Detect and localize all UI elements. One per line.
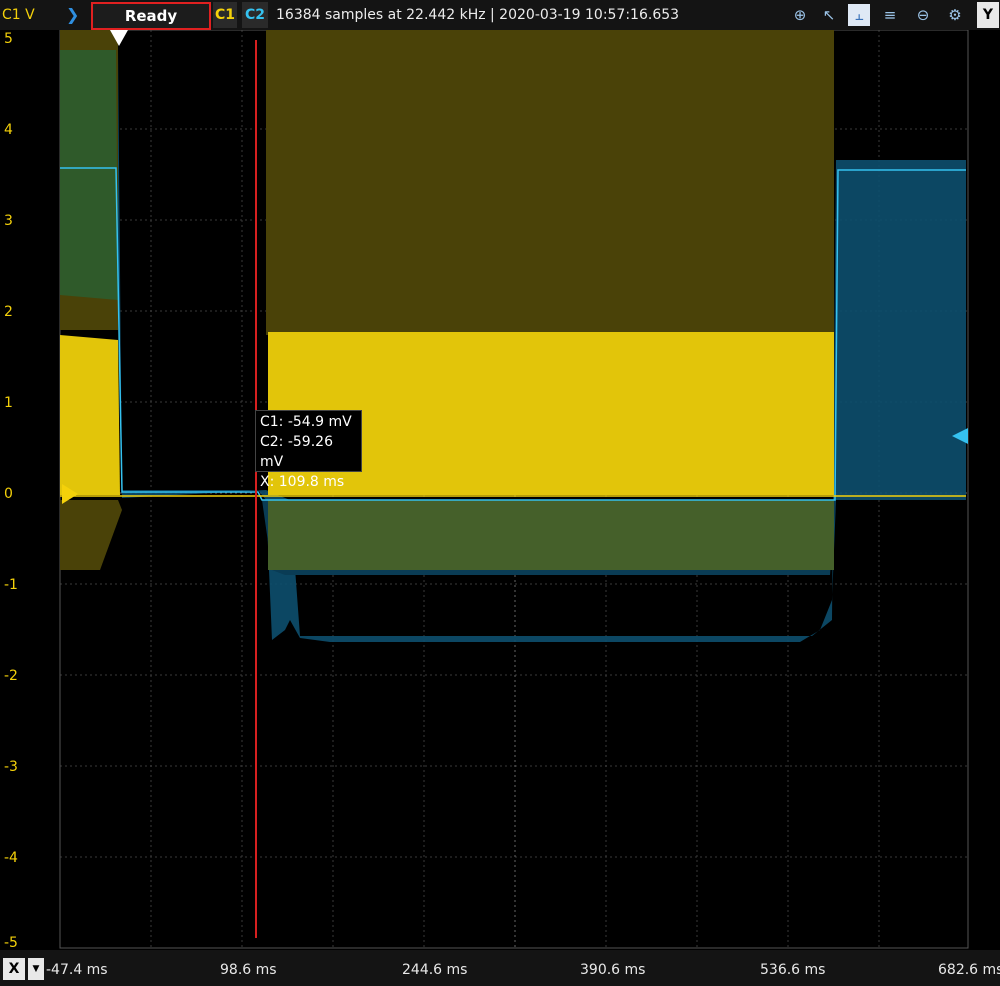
cursor-select-icon[interactable]: ↖ [818,4,840,26]
y-tick: -3 [4,759,18,775]
y-tick: 0 [4,486,13,502]
y-tick: -2 [4,668,18,684]
x-tick: -47.4 ms [46,962,108,978]
y-tick: -1 [4,577,18,593]
top-toolbar: C1 V ❯ Ready C1 C2 16384 samples at 22.4… [0,0,1000,30]
x-tick: 682.6 ms [938,962,1000,978]
zoom-out-icon[interactable]: ⊖ [912,4,934,26]
oscilloscope-plot[interactable] [0,30,1000,950]
y-tick: 2 [4,304,13,320]
channel1-button[interactable]: C1 [213,2,237,28]
cursor-c1-value: C1: -54.9 mV [260,414,352,430]
x-tick: 536.6 ms [760,962,826,978]
zoom-in-icon[interactable]: ⊕ [789,4,811,26]
x-axis-button[interactable]: X [3,958,25,980]
y-tick: -5 [4,935,18,951]
cursor-readout: C1: -54.9 mV C2: -59.26 mV X: 109.8 ms [255,410,362,490]
x-tick: 98.6 ms [220,962,277,978]
run-status-button[interactable]: Ready [91,2,211,30]
x-tick: 244.6 ms [402,962,468,978]
y-tick: 4 [4,122,13,138]
stats-icon[interactable]: ≡ [879,4,901,26]
cursor-c2-value: C2: -59.26 mV [260,434,333,470]
y-tick: 3 [4,213,13,229]
y-tick: 1 [4,395,13,411]
y-tick: 5 [4,31,13,47]
y-channel-label[interactable]: C1 V [0,0,62,30]
measure-icon[interactable]: ⫠ [848,4,870,26]
x-axis-dropdown-icon[interactable]: ▼ [28,958,44,980]
y-tick: -4 [4,850,18,866]
x-tick: 390.6 ms [580,962,646,978]
cursor-x-value: X: 109.8 ms [260,474,345,490]
y-axis-button[interactable]: Y [977,2,999,28]
settings-icon[interactable]: ⚙ [944,4,966,26]
expand-chevron-icon[interactable]: ❯ [66,0,82,30]
channel2-button[interactable]: C2 [242,2,268,28]
acquisition-info: 16384 samples at 22.442 kHz | 2020-03-19… [276,7,680,23]
x-axis-bar: X ▼ -47.4 ms 98.6 ms 244.6 ms 390.6 ms 5… [0,950,1000,986]
